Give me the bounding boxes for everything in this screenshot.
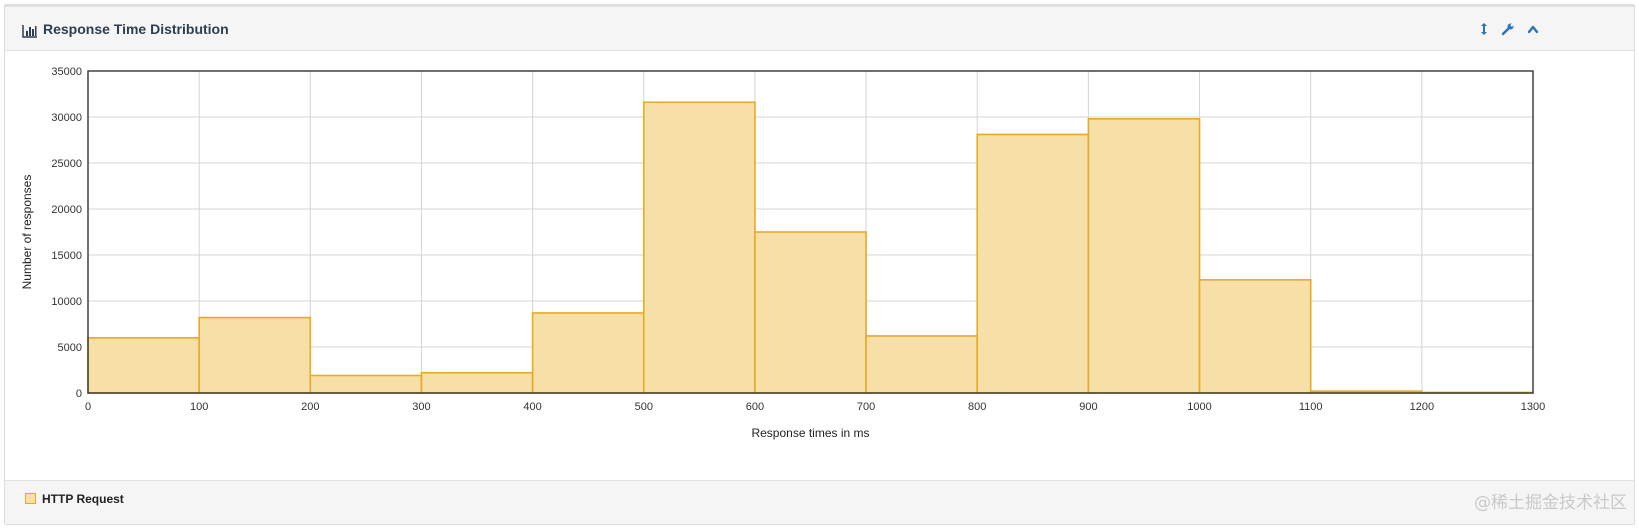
y-tick-label: 0 — [76, 388, 82, 400]
y-tick-label: 15000 — [51, 250, 82, 262]
x-tick-label: 1200 — [1410, 401, 1434, 413]
y-axis-label: Number of responses — [20, 175, 34, 290]
x-tick-label: 500 — [635, 401, 653, 413]
histogram-bar — [865, 335, 979, 394]
histogram-bar — [531, 312, 645, 394]
wrench-icon[interactable] — [1498, 19, 1518, 39]
histogram-bar — [1198, 279, 1312, 394]
x-tick-label: 1300 — [1521, 401, 1545, 413]
histogram-bar — [642, 101, 756, 394]
x-tick-label: 800 — [968, 401, 986, 413]
y-tick-label: 25000 — [51, 158, 82, 170]
x-tick-label: 1100 — [1299, 401, 1323, 413]
histogram-bar — [309, 374, 423, 394]
x-tick-label: 400 — [523, 401, 541, 413]
chevron-up-icon[interactable] — [1523, 19, 1543, 39]
x-tick-label: 900 — [1079, 401, 1097, 413]
resize-vertical-icon[interactable] — [1474, 19, 1494, 39]
histogram-bar — [420, 371, 534, 394]
y-tick-label: 5000 — [58, 342, 82, 354]
x-axis-label: Response times in ms — [751, 426, 869, 440]
histogram-bar — [87, 336, 200, 394]
y-tick-label: 35000 — [51, 66, 82, 78]
x-tick-label: 0 — [85, 401, 91, 413]
y-tick-label: 30000 — [51, 112, 82, 124]
panel-title: Response Time Distribution — [43, 21, 229, 37]
x-tick-label: 600 — [746, 401, 764, 413]
y-tick-label: 20000 — [51, 204, 82, 216]
chart-area: 0 5000 10000 15000 20000 25000 30000 35000 0 100 2… — [5, 51, 1634, 461]
panel-header: Response Time Distribution — [5, 5, 1634, 51]
bar-chart-icon — [22, 24, 38, 38]
x-tick-label: 700 — [857, 401, 875, 413]
histogram-bar — [1087, 118, 1201, 394]
watermark: @稀土掘金技术社区 — [1474, 493, 1627, 513]
histogram-bar — [976, 133, 1090, 394]
histogram-bar — [754, 231, 867, 394]
legend-bar: HTTP Request — [5, 480, 1634, 524]
x-tick-label: 300 — [412, 401, 430, 413]
response-time-panel: Response Time Distribution 0 5000 10000 150… — [4, 4, 1635, 525]
histogram-bar — [198, 316, 312, 394]
legend-label-http-request[interactable]: HTTP Request — [42, 492, 124, 506]
x-tick-label: 1000 — [1187, 401, 1211, 413]
legend-swatch-http-request[interactable] — [25, 493, 36, 504]
x-tick-label: 100 — [190, 401, 208, 413]
x-tick-label: 200 — [301, 401, 319, 413]
y-tick-label: 10000 — [51, 296, 82, 308]
histogram-chart: 0 5000 10000 15000 20000 25000 30000 35000 0 100 2… — [20, 66, 1545, 440]
